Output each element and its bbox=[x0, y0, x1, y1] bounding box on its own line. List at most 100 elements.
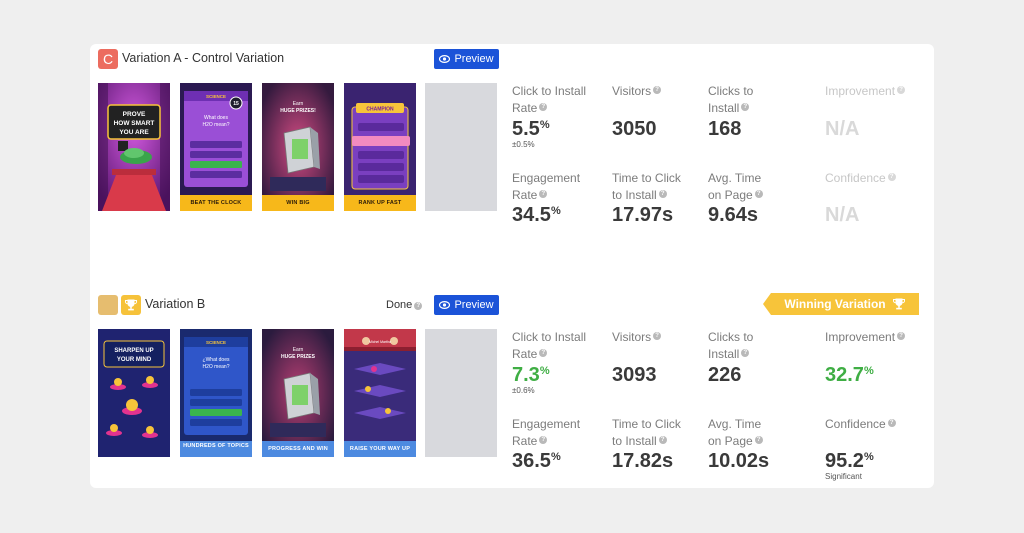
metric-label: Confidence? bbox=[825, 170, 896, 187]
metric-label: Time to Click to Install? bbox=[612, 171, 681, 202]
variation-b-preview-button[interactable]: Preview bbox=[434, 295, 499, 315]
metric-label: Click to Install Rate? bbox=[512, 84, 587, 115]
screenshot-art: SCIENCE 15 What does H2O mean? bbox=[180, 83, 252, 211]
screenshot-art: Earn HUGE PRIZES! bbox=[262, 83, 334, 211]
help-icon[interactable]: ? bbox=[539, 190, 548, 198]
help-icon[interactable]: ? bbox=[539, 349, 548, 357]
metric-value: 10.02s bbox=[708, 450, 770, 472]
improvement-metric: Improvement? 32.7% bbox=[825, 329, 906, 386]
metric-label: Visitors? bbox=[612, 83, 662, 100]
screenshot-prove-smart[interactable]: PROVE HOW SMART YOU ARE bbox=[98, 83, 170, 211]
screenshot-caption: RAISE YOUR WAY UP bbox=[344, 441, 416, 457]
screenshot-caption: BEAT THE CLOCK bbox=[180, 195, 252, 211]
metric-value: 3050 bbox=[612, 118, 657, 140]
help-icon[interactable]: ? bbox=[754, 190, 763, 198]
svg-text:HUGE PRIZES!: HUGE PRIZES! bbox=[280, 108, 316, 114]
svg-text:YOUR MIND: YOUR MIND bbox=[117, 357, 152, 363]
screenshot-caption: RANK UP FAST bbox=[344, 195, 416, 211]
click-to-install-rate-metric: Click to Install Rate? 7.3% ±0.6% bbox=[512, 329, 586, 395]
screenshot-caption: WIN BIG bbox=[262, 195, 334, 211]
screenshot-art: Earn HUGE PRIZES bbox=[262, 329, 334, 457]
ab-test-results-card: C Variation A - Control Variation Previe… bbox=[90, 44, 934, 488]
metric-value: N/A bbox=[825, 118, 860, 140]
metric-margin: ±0.5% bbox=[512, 140, 535, 149]
help-icon[interactable]: ? bbox=[741, 349, 750, 357]
empty-screenshot-slot bbox=[425, 329, 497, 457]
svg-text:HUGE PRIZES: HUGE PRIZES bbox=[281, 354, 316, 360]
help-icon[interactable]: ? bbox=[539, 436, 548, 444]
metric-label: Clicks to Install? bbox=[708, 330, 754, 361]
screenshot-caption: PROGRESS AND WIN bbox=[262, 441, 334, 457]
metric-value: 7.3% bbox=[512, 364, 550, 386]
time-to-click-metric: Time to Click to Install? 17.82s bbox=[612, 416, 681, 472]
help-icon[interactable]: ? bbox=[897, 332, 906, 340]
metric-value: 5.5% bbox=[512, 118, 550, 140]
metric-value: 95.2% bbox=[825, 450, 874, 472]
avg-time-on-page-metric: Avg. Time on Page? 10.02s bbox=[708, 416, 769, 472]
svg-text:What does: What does bbox=[204, 115, 228, 121]
metric-value: 36.5% bbox=[512, 450, 561, 472]
metric-margin: ±0.6% bbox=[512, 386, 535, 395]
metric-value: 168 bbox=[708, 118, 742, 140]
metric-value: 34.5% bbox=[512, 204, 561, 226]
trophy-icon bbox=[125, 299, 137, 311]
preview-label: Preview bbox=[454, 299, 494, 311]
screenshot-win-big[interactable]: Earn HUGE PRIZES! WIN BIG bbox=[262, 83, 334, 211]
winning-variation-banner: Winning Variation bbox=[763, 293, 919, 315]
help-icon[interactable]: ? bbox=[658, 436, 667, 444]
screenshot-caption: HUNDREDS OF TOPICS bbox=[180, 441, 252, 457]
screenshot-rank-up-fast[interactable]: CHAMPION RANK UP FAST bbox=[344, 83, 416, 211]
engagement-rate-metric: Engagement Rate? 34.5% bbox=[512, 170, 580, 226]
screenshot-progress-and-win[interactable]: Earn HUGE PRIZES PROGRESS AND WIN bbox=[262, 329, 334, 457]
variation-b-title: Variation B bbox=[145, 297, 206, 311]
variation-a-section: C Variation A - Control Variation Previe… bbox=[90, 44, 934, 244]
svg-text:SHARPEN UP: SHARPEN UP bbox=[114, 348, 153, 354]
click-to-install-rate-metric: Click to Install Rate? 5.5% ±0.5% bbox=[512, 83, 587, 149]
help-icon[interactable]: ? bbox=[539, 103, 548, 111]
metric-label: Time to Click to Install? bbox=[612, 417, 681, 448]
done-status: Done? bbox=[386, 299, 423, 311]
clicks-to-install-metric: Clicks to Install? 168 bbox=[708, 83, 754, 140]
screenshot-sharpen-mind[interactable]: SHARPEN UP YOUR MIND bbox=[98, 329, 170, 457]
eye-icon bbox=[439, 301, 451, 309]
screenshot-hundreds-of-topics[interactable]: SCIENCE ¿What does H2O mean? HUNDREDS OF… bbox=[180, 329, 252, 457]
screenshot-art: Michel Martha bbox=[344, 329, 416, 457]
significance-label: Significant bbox=[825, 472, 862, 481]
time-to-click-metric: Time to Click to Install? 17.97s bbox=[612, 170, 681, 226]
help-icon[interactable]: ? bbox=[741, 103, 750, 111]
help-icon[interactable]: ? bbox=[754, 436, 763, 444]
metric-value: 32.7% bbox=[825, 364, 874, 386]
screenshot-art: SCIENCE ¿What does H2O mean? bbox=[180, 329, 252, 457]
metric-value: 226 bbox=[708, 364, 742, 386]
empty-screenshot-slot bbox=[425, 83, 497, 211]
help-icon[interactable]: ? bbox=[653, 332, 662, 340]
preview-label: Preview bbox=[454, 53, 494, 65]
variation-a-preview-button[interactable]: Preview bbox=[434, 49, 499, 69]
screenshot-beat-the-clock[interactable]: SCIENCE 15 What does H2O mean? BEAT THE … bbox=[180, 83, 252, 211]
metric-label: Avg. Time on Page? bbox=[708, 171, 763, 202]
svg-text:H2O mean?: H2O mean? bbox=[203, 122, 230, 128]
metric-label: Engagement Rate? bbox=[512, 417, 581, 448]
metric-label: Clicks to Install? bbox=[708, 84, 754, 115]
metric-value: 3093 bbox=[612, 364, 657, 386]
confidence-metric: Confidence? 95.2% Significant bbox=[825, 416, 896, 481]
svg-text:¿What does: ¿What does bbox=[203, 357, 230, 363]
variation-a-title: Variation A - Control Variation bbox=[122, 51, 285, 65]
screenshot-art: PROVE HOW SMART YOU ARE bbox=[98, 83, 170, 211]
screenshot-art: CHAMPION bbox=[344, 83, 416, 211]
metric-label: Visitors? bbox=[612, 329, 662, 346]
variation-b-color-badge bbox=[98, 295, 118, 315]
svg-text:PROVE: PROVE bbox=[123, 111, 146, 118]
help-icon[interactable]: ? bbox=[658, 190, 667, 198]
svg-text:SCIENCE: SCIENCE bbox=[206, 340, 226, 345]
help-icon[interactable]: ? bbox=[653, 86, 662, 94]
eye-icon bbox=[439, 55, 451, 63]
help-icon[interactable]: ? bbox=[887, 419, 896, 427]
help-icon[interactable]: ? bbox=[887, 173, 896, 181]
help-icon[interactable]: ? bbox=[897, 86, 906, 94]
clicks-to-install-metric: Clicks to Install? 226 bbox=[708, 329, 754, 386]
screenshot-raise-your-way-up[interactable]: Michel Martha RAISE YOUR WAY UP bbox=[344, 329, 416, 457]
metric-label: Avg. Time on Page? bbox=[708, 417, 763, 448]
help-icon[interactable]: ? bbox=[414, 302, 423, 310]
metric-value: N/A bbox=[825, 204, 860, 226]
